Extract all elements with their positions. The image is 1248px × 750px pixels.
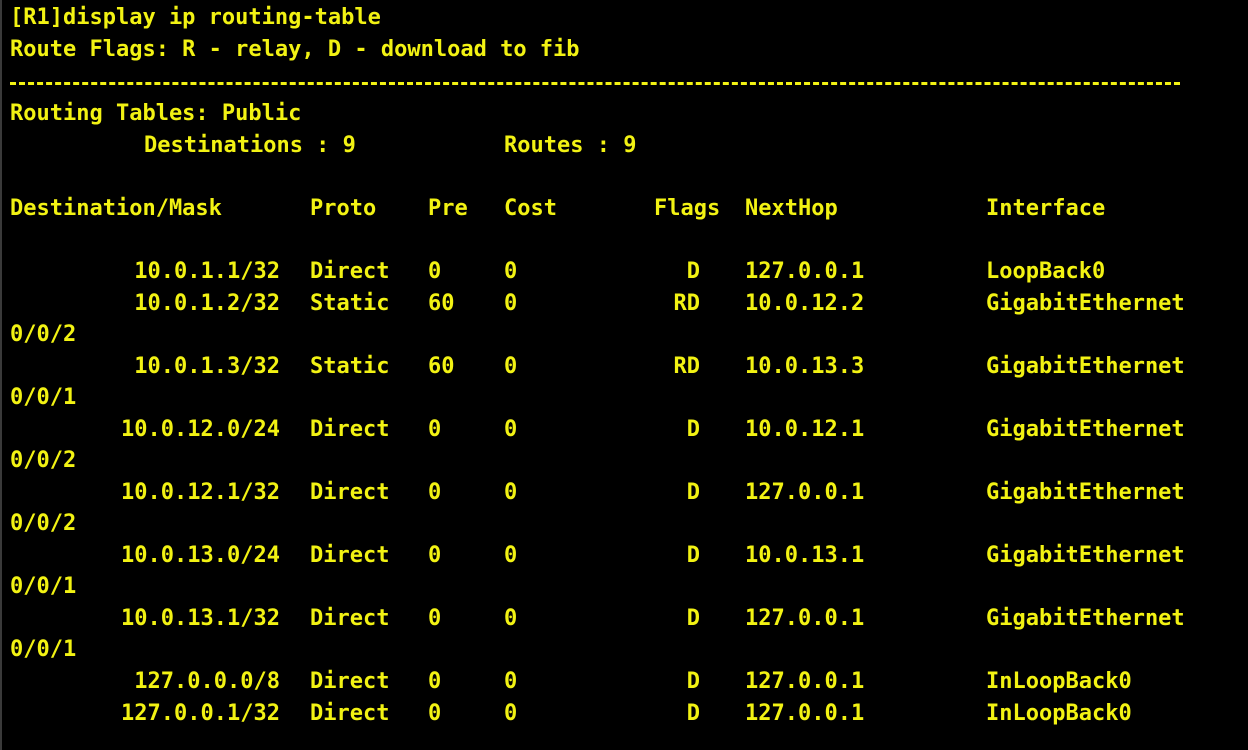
route-interface: GigabitEthernet <box>986 291 1185 316</box>
route-interface: GigabitEthernet <box>986 606 1185 631</box>
route-destination: 10.0.13.1/32 <box>121 606 280 631</box>
route-destination: 127.0.0.0/8 <box>134 669 280 694</box>
route-proto: Direct <box>310 669 390 694</box>
route-flags-legend: Route Flags: R - relay, D - download to … <box>10 37 580 62</box>
route-nexthop: 10.0.13.1 <box>745 543 865 568</box>
command-line: [R1]display ip routing-table <box>10 5 381 30</box>
route-destination: 10.0.12.1/32 <box>121 480 280 505</box>
route-proto: Direct <box>310 480 390 505</box>
route-pre: 0 <box>428 259 442 284</box>
route-cost: 0 <box>504 417 518 442</box>
column-header-cost: Cost <box>504 196 557 221</box>
route-pre: 0 <box>428 606 442 631</box>
column-header-destination: Destination/Mask <box>10 196 222 221</box>
route-cost: 0 <box>504 701 518 726</box>
route-interface: GigabitEthernet <box>986 354 1185 379</box>
route-nexthop: 127.0.0.1 <box>745 259 865 284</box>
separator-line <box>10 82 1180 89</box>
route-nexthop: 127.0.0.1 <box>745 701 865 726</box>
route-cost: 0 <box>504 480 518 505</box>
route-pre: 0 <box>428 543 442 568</box>
route-flags: D <box>686 543 700 568</box>
route-destination: 10.0.1.1/32 <box>134 259 280 284</box>
route-pre: 60 <box>428 354 455 379</box>
route-cost: 0 <box>504 669 518 694</box>
route-destination: 10.0.12.0/24 <box>121 417 280 442</box>
route-proto: Direct <box>310 701 390 726</box>
route-interface: GigabitEthernet <box>986 543 1185 568</box>
column-header-proto: Proto <box>310 196 377 221</box>
route-interface: InLoopBack0 <box>986 669 1132 694</box>
terminal-window[interactable]: [R1]display ip routing-table Route Flags… <box>0 0 1248 750</box>
route-interface: GigabitEthernet <box>986 417 1185 442</box>
route-nexthop: 127.0.0.1 <box>745 606 865 631</box>
route-proto: Static <box>310 354 390 379</box>
route-cost: 0 <box>504 354 518 379</box>
route-interface: InLoopBack0 <box>986 701 1132 726</box>
route-destination: 127.0.0.1/32 <box>121 701 280 726</box>
routes-count: Routes : 9 <box>504 133 637 158</box>
route-proto: Static <box>310 291 390 316</box>
route-cost: 0 <box>504 543 518 568</box>
route-destination: 10.0.1.2/32 <box>134 291 280 316</box>
route-pre: 0 <box>428 669 442 694</box>
column-header-pre: Pre <box>428 196 468 221</box>
route-pre: 0 <box>428 701 442 726</box>
route-interface: GigabitEthernet <box>986 480 1185 505</box>
routing-tables-label: Routing Tables: Public <box>10 101 302 126</box>
route-interface-continuation: 0/0/2 <box>10 511 77 536</box>
route-cost: 0 <box>504 291 518 316</box>
route-proto: Direct <box>310 543 390 568</box>
column-header-flags: Flags <box>654 196 721 221</box>
route-nexthop: 127.0.0.1 <box>745 480 865 505</box>
route-proto: Direct <box>310 606 390 631</box>
route-interface-continuation: 0/0/2 <box>10 322 77 347</box>
route-nexthop: 10.0.12.1 <box>745 417 865 442</box>
column-header-interface: Interface <box>986 196 1106 221</box>
column-header-nexthop: NextHop <box>745 196 838 221</box>
route-destination: 10.0.1.3/32 <box>134 354 280 379</box>
route-interface-continuation: 0/0/1 <box>10 637 77 662</box>
route-proto: Direct <box>310 417 390 442</box>
route-nexthop: 10.0.12.2 <box>745 291 865 316</box>
route-interface-continuation: 0/0/1 <box>10 385 77 410</box>
route-proto: Direct <box>310 259 390 284</box>
route-nexthop: 10.0.13.3 <box>745 354 865 379</box>
route-flags: RD <box>673 354 701 379</box>
route-destination: 10.0.13.0/24 <box>121 543 280 568</box>
route-flags: RD <box>673 291 701 316</box>
route-flags: D <box>686 701 700 726</box>
route-interface: LoopBack0 <box>986 259 1106 284</box>
destinations-count: Destinations : 9 <box>144 133 356 158</box>
route-flags: D <box>686 606 700 631</box>
route-cost: 0 <box>504 606 518 631</box>
route-flags: D <box>686 417 700 442</box>
route-interface-continuation: 0/0/1 <box>10 574 77 599</box>
route-pre: 60 <box>428 291 455 316</box>
route-nexthop: 127.0.0.1 <box>745 669 865 694</box>
route-flags: D <box>686 259 700 284</box>
route-interface-continuation: 0/0/2 <box>10 448 77 473</box>
route-pre: 0 <box>428 480 442 505</box>
route-flags: D <box>686 669 700 694</box>
route-pre: 0 <box>428 417 442 442</box>
route-flags: D <box>686 480 700 505</box>
route-cost: 0 <box>504 259 518 284</box>
